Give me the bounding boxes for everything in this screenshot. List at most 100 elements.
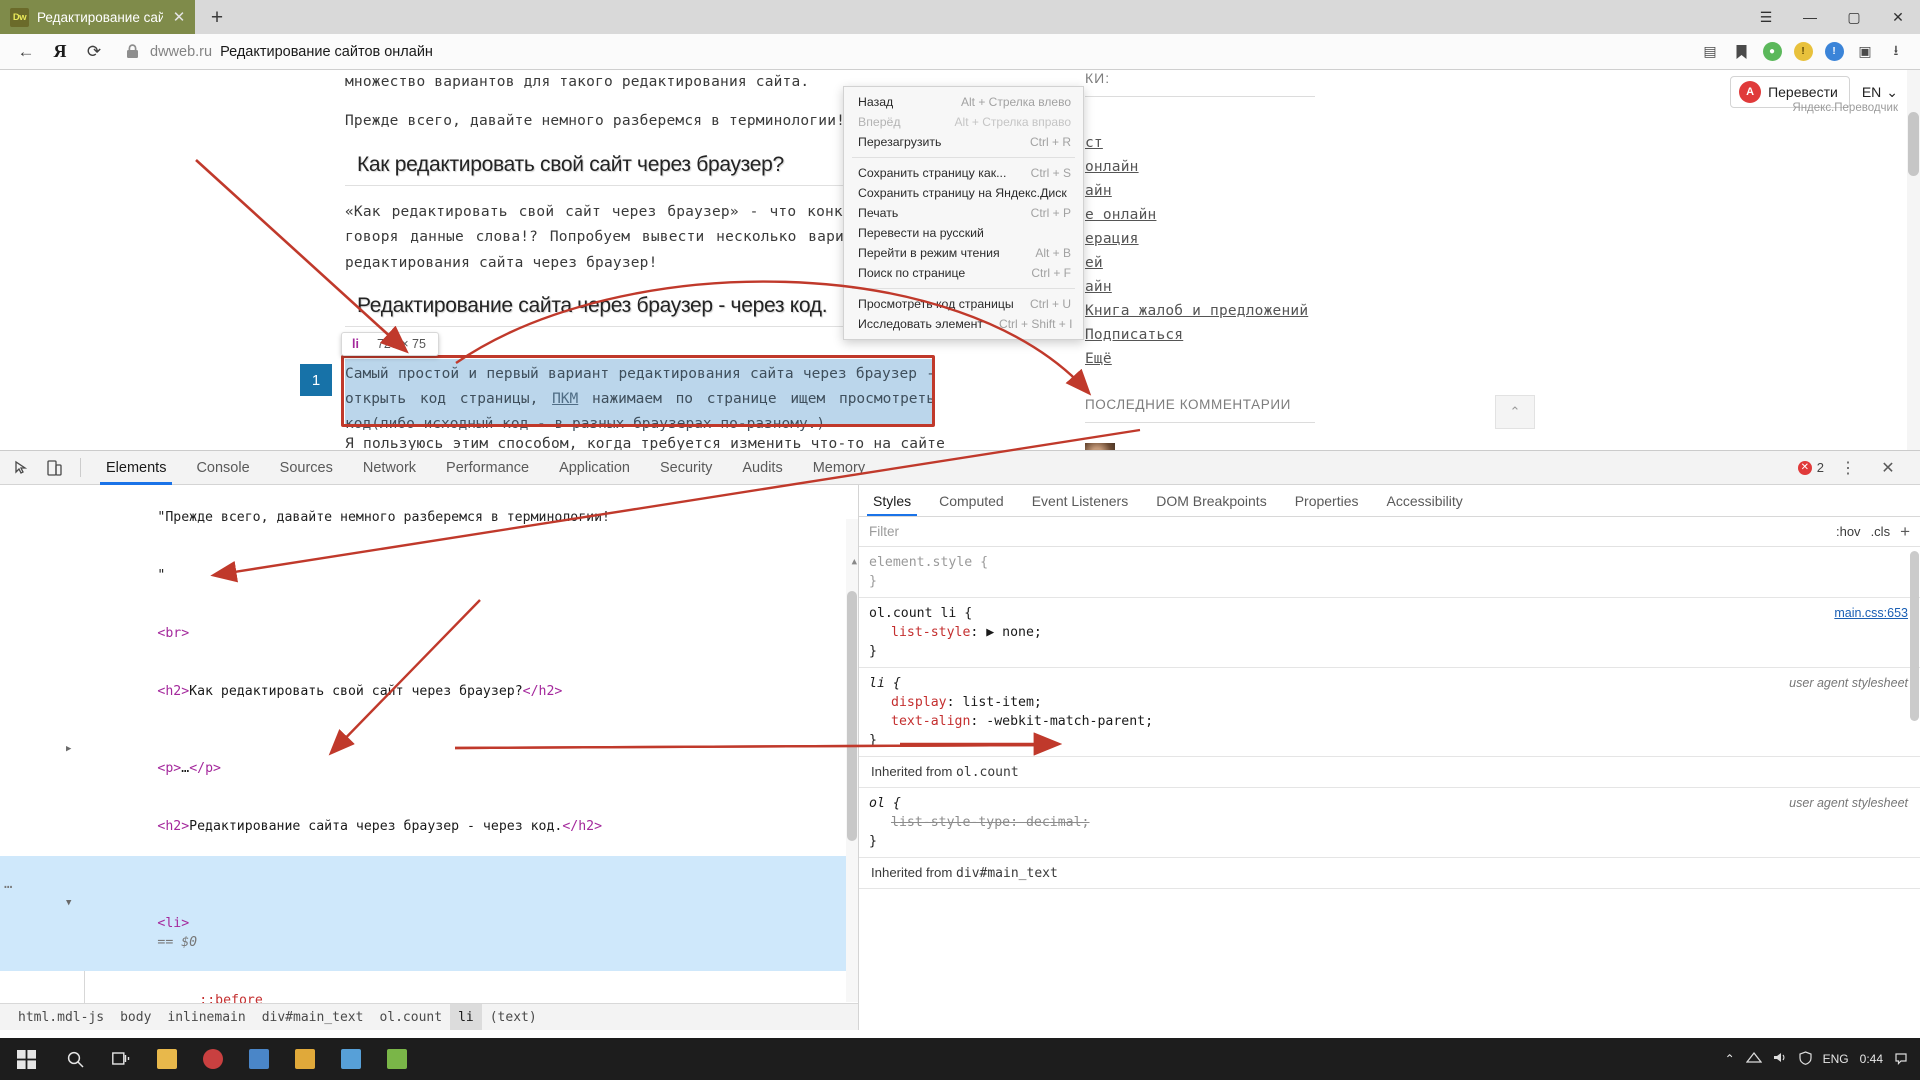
devtools-close-icon[interactable]: ✕: [1872, 453, 1904, 483]
tab-event-listeners[interactable]: Event Listeners: [1018, 485, 1143, 516]
sidebar-link-more[interactable]: Ещё: [1085, 351, 1445, 367]
dom-scrollbar[interactable]: ▲: [846, 519, 858, 1002]
tab-elements[interactable]: Elements: [91, 451, 181, 485]
tab-security[interactable]: Security: [645, 451, 727, 485]
style-rule-selector[interactable]: element.style {: [869, 553, 1908, 572]
inspect-element-icon[interactable]: [6, 453, 38, 483]
pkm-link[interactable]: ПКМ: [552, 391, 578, 407]
breadcrumb-item-li[interactable]: li: [450, 1003, 482, 1030]
error-count-badge[interactable]: ✕ 2: [1797, 460, 1824, 475]
sidebar-link-6[interactable]: айн: [1085, 279, 1445, 295]
scroll-to-top-button[interactable]: ⌃: [1495, 395, 1535, 429]
keyboard-language[interactable]: ENG: [1823, 1052, 1849, 1066]
dom-line[interactable]: "Прежде всего, давайте немного разберемс…: [0, 489, 858, 547]
style-rule-element-style[interactable]: element.style { }: [859, 547, 1920, 598]
tray-chevron-icon[interactable]: ⌃: [1725, 1052, 1735, 1066]
tab-memory[interactable]: Memory: [798, 451, 880, 485]
style-rule-selector[interactable]: ol {: [869, 794, 1908, 813]
search-icon[interactable]: [52, 1038, 98, 1080]
dom-line[interactable]: <h2>Как редактировать свой сайт через бр…: [0, 663, 858, 721]
style-rule-selector[interactable]: ol.count li {: [869, 604, 1908, 623]
extension-blue-icon[interactable]: !: [1820, 38, 1848, 66]
styles-scrollbar-thumb[interactable]: [1910, 551, 1919, 721]
extension-green-icon[interactable]: ●: [1758, 38, 1786, 66]
dom-tree-pane[interactable]: "Прежде всего, давайте немного разберемс…: [0, 485, 858, 1030]
context-menu-item-view-source[interactable]: Просмотреть код страницы Ctrl + U: [844, 294, 1083, 314]
close-window-button[interactable]: ✕: [1876, 0, 1920, 34]
toggle-hov-button[interactable]: :hov: [1836, 524, 1861, 539]
yandex-logo-icon[interactable]: Я: [44, 37, 76, 67]
context-menu-item-inspect[interactable]: Исследовать элемент Ctrl + Shift + I: [844, 314, 1083, 334]
maximize-button[interactable]: ▢: [1832, 0, 1876, 34]
page-scrollbar-thumb[interactable]: [1908, 112, 1919, 176]
sidebar-link-5[interactable]: ей: [1085, 255, 1445, 271]
new-tab-button[interactable]: +: [199, 2, 235, 32]
new-style-rule-button[interactable]: +: [1900, 522, 1910, 542]
style-declaration[interactable]: list-style-type: decimal;: [869, 813, 1908, 832]
breadcrumb-item-main-text[interactable]: div#main_text: [254, 1010, 372, 1025]
close-tab-icon[interactable]: ✕: [171, 9, 187, 25]
dom-line[interactable]: ▶ <p>…</p>: [0, 721, 858, 798]
sidebar-link-2[interactable]: айн: [1085, 183, 1445, 199]
breadcrumb-item-html[interactable]: html.mdl-js: [10, 1010, 112, 1025]
tab-sources[interactable]: Sources: [265, 451, 348, 485]
tab-computed[interactable]: Computed: [925, 485, 1018, 516]
expand-arrow-icon[interactable]: ▶: [66, 740, 71, 759]
tab-properties[interactable]: Properties: [1281, 485, 1373, 516]
editor-icon[interactable]: [236, 1038, 282, 1080]
tab-console[interactable]: Console: [181, 451, 264, 485]
context-menu-item-find[interactable]: Поиск по странице Ctrl + F: [844, 263, 1083, 283]
breadcrumb-item-ol-count[interactable]: ol.count: [371, 1010, 450, 1025]
style-rule-ol[interactable]: user agent stylesheet ol { list-style-ty…: [859, 788, 1920, 858]
explorer-icon[interactable]: [144, 1038, 190, 1080]
app-icon[interactable]: [328, 1038, 374, 1080]
tab-network[interactable]: Network: [348, 451, 431, 485]
tab-application[interactable]: Application: [544, 451, 645, 485]
device-toolbar-icon[interactable]: [38, 453, 70, 483]
context-menu-item-reload[interactable]: Перезагрузить Ctrl + R: [844, 132, 1083, 152]
extension-yellow-icon[interactable]: !: [1789, 38, 1817, 66]
browser-menu-icon[interactable]: ☰: [1744, 0, 1788, 34]
tab-accessibility[interactable]: Accessibility: [1373, 485, 1477, 516]
context-menu-item-translate[interactable]: Перевести на русский: [844, 223, 1083, 243]
url-input[interactable]: dwweb.ru Редактирование сайтов онлайн: [122, 38, 1694, 66]
style-value[interactable]: decimal;: [1026, 815, 1090, 830]
styles-filter-input[interactable]: Filter: [869, 524, 1826, 539]
dom-line[interactable]: <br>: [0, 605, 858, 663]
sidebar-link-1[interactable]: онлайн: [1085, 159, 1445, 175]
context-menu-item-reader-mode[interactable]: Перейти в режим чтения Alt + B: [844, 243, 1083, 263]
reload-button[interactable]: ⟳: [78, 37, 110, 67]
sidebar-link-subscribe[interactable]: Подписаться: [1085, 327, 1445, 343]
breadcrumb-item-inlinemain[interactable]: inlinemain: [159, 1010, 253, 1025]
style-property[interactable]: text-align: [869, 712, 970, 731]
sidebar-link-4[interactable]: ерация: [1085, 231, 1445, 247]
toggle-cls-button[interactable]: .cls: [1871, 524, 1891, 539]
context-menu-item-back[interactable]: Назад Alt + Стрелка влево: [844, 92, 1083, 112]
dom-line[interactable]: ": [0, 547, 858, 605]
dom-scrollbar-thumb[interactable]: [847, 591, 857, 841]
style-rule-li[interactable]: user agent stylesheet li { display: list…: [859, 668, 1920, 757]
tab-performance[interactable]: Performance: [431, 451, 544, 485]
bookmark-icon[interactable]: [1727, 38, 1755, 66]
app2-icon[interactable]: [374, 1038, 420, 1080]
sidebar-link-0[interactable]: ст: [1085, 135, 1445, 151]
style-declaration[interactable]: display: list-item;: [869, 693, 1908, 712]
browser-icon[interactable]: [190, 1038, 236, 1080]
dom-line[interactable]: <h2>Редактирование сайта через браузер -…: [0, 798, 858, 856]
folder-icon[interactable]: [282, 1038, 328, 1080]
downloads-icon[interactable]: ⭳: [1882, 38, 1910, 66]
browser-tab[interactable]: Dw Редактирование сайтов ✕: [0, 0, 195, 34]
speaker-icon[interactable]: [1773, 1051, 1788, 1067]
dom-line-selected[interactable]: … ▼ <li> == $0: [0, 855, 858, 972]
style-source-link[interactable]: main.css:653: [1834, 604, 1908, 623]
sidebar-link-complaints[interactable]: Книга жалоб и предложений: [1085, 303, 1445, 319]
style-value[interactable]: list-item;: [962, 695, 1041, 710]
back-button[interactable]: ←: [10, 37, 42, 67]
breadcrumb-item-text[interactable]: (text): [482, 1010, 545, 1025]
style-declaration[interactable]: text-align: -webkit-match-parent;: [869, 712, 1908, 731]
taskbar-clock[interactable]: 0:44: [1860, 1052, 1883, 1067]
style-rule-ol-count-li[interactable]: main.css:653 ol.count li { list-style: ▶…: [859, 598, 1920, 668]
task-view-icon[interactable]: [98, 1038, 144, 1080]
collections-icon[interactable]: ▣: [1851, 38, 1879, 66]
style-value[interactable]: -webkit-match-parent;: [986, 714, 1153, 729]
